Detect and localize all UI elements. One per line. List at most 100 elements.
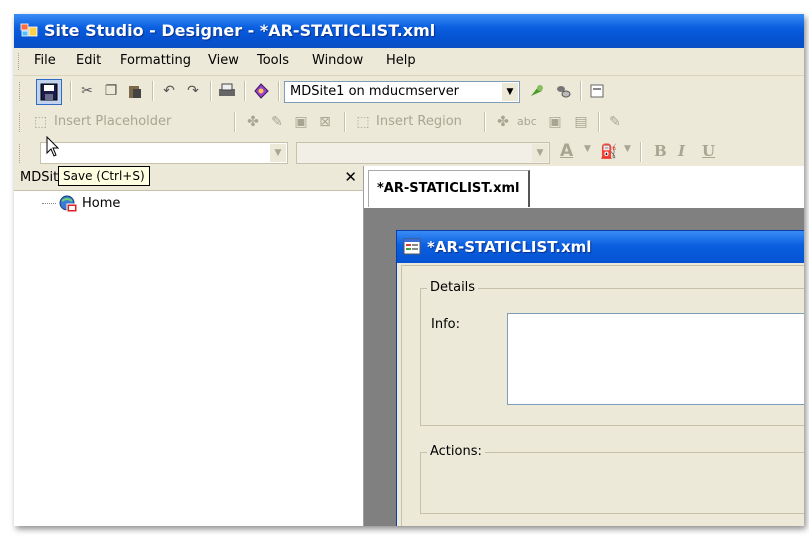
toolbar-separator: [484, 112, 486, 132]
form-button[interactable]: ▤: [570, 111, 592, 133]
site-connection-select[interactable]: MDSite1 on mducmserver ▼: [284, 81, 520, 103]
font-select[interactable]: ▼: [296, 142, 550, 164]
cut-button[interactable]: ✂: [76, 80, 98, 102]
underline-button[interactable]: U: [702, 142, 715, 160]
tab-ar-staticlist[interactable]: *AR-STATICLIST.xml: [368, 170, 530, 207]
insert-placeholder-label: Insert Placeholder: [54, 114, 172, 129]
save-button[interactable]: [36, 79, 62, 105]
edit-page-icon: ✎: [609, 114, 621, 130]
redo-button[interactable]: ↷: [182, 80, 204, 102]
copy-button[interactable]: ❐: [100, 80, 122, 102]
italic-button[interactable]: I: [678, 142, 685, 160]
paint-bucket-icon: ⛽: [600, 144, 618, 160]
tree-connector: [42, 203, 56, 204]
actions-group-label: Actions:: [427, 444, 485, 459]
undo-icon: ↶: [163, 83, 175, 99]
site-hierarchy-pane: MDSite1 (MDSite1) ✕ Home: [14, 166, 364, 526]
style-select[interactable]: ▼: [40, 142, 288, 164]
menu-window[interactable]: Window: [312, 53, 363, 68]
fragment-button[interactable]: ✤: [242, 111, 264, 133]
page-icon: [589, 83, 605, 99]
form-icon: ▤: [574, 114, 588, 130]
print-button[interactable]: [216, 80, 238, 102]
paste-icon: [127, 83, 143, 99]
toolbar-grip[interactable]: [19, 144, 23, 163]
menu-edit[interactable]: Edit: [76, 53, 101, 68]
connect-icon: [528, 82, 546, 100]
highlight-button[interactable]: ⛽: [598, 141, 620, 163]
image-button[interactable]: ▣: [544, 111, 566, 133]
save-tooltip: Save (Ctrl+S): [58, 166, 150, 186]
menu-help[interactable]: Help: [386, 53, 416, 68]
properties-icon: ▣: [294, 114, 308, 130]
spelling-label: abc: [517, 115, 537, 128]
menu-formatting[interactable]: Formatting: [120, 53, 191, 68]
toolbar-separator: [244, 81, 246, 101]
delete-box-icon: ⊠: [319, 114, 331, 130]
home-section-icon: [58, 195, 78, 213]
disconnect-button[interactable]: [552, 80, 574, 102]
insert-region-button[interactable]: ⬚: [352, 111, 374, 133]
details-group: Details Info:: [420, 280, 804, 426]
menu-file[interactable]: File: [34, 53, 56, 68]
window-title: Site Studio - Designer - *AR-STATICLIST.…: [44, 21, 436, 40]
site-studio-app-icon: [20, 22, 38, 38]
document-tabs: *AR-STATICLIST.xml: [364, 166, 804, 208]
standard-toolbar: ✂ ❐ ↶ ↷ MDSite1 on mducmserver ▼: [14, 76, 804, 106]
printer-icon: [218, 83, 236, 99]
edit-fragment-button[interactable]: ✎: [266, 111, 288, 133]
save-icon: [40, 83, 58, 101]
element-icon: ✤: [497, 114, 509, 130]
toolbar-grip[interactable]: [19, 82, 23, 101]
document-title: *AR-STATICLIST.xml: [427, 238, 592, 256]
chevron-down-icon[interactable]: ▼: [502, 83, 518, 101]
insert-placeholder-button[interactable]: ⬚: [34, 111, 47, 133]
paste-button[interactable]: [124, 80, 146, 102]
more-button[interactable]: ✎: [604, 111, 626, 133]
menu-grip[interactable]: [18, 53, 22, 70]
fragment-icon: ✤: [247, 114, 259, 130]
site-manager-button[interactable]: [250, 80, 272, 102]
page-properties-button[interactable]: [586, 80, 608, 102]
chevron-down-icon[interactable]: ▼: [270, 144, 286, 162]
toolbar-separator: [70, 81, 72, 101]
chevron-down-icon[interactable]: ▼: [584, 144, 591, 154]
image-icon: ▣: [548, 114, 562, 130]
purple-book-icon: [252, 82, 270, 100]
toolbar-separator: [210, 81, 212, 101]
document-window: *AR-STATICLIST.xml Details Info: Actions…: [396, 230, 804, 526]
toolbar-separator: [344, 112, 346, 132]
info-textarea[interactable]: [507, 313, 804, 405]
element-button[interactable]: ✤: [492, 111, 514, 133]
close-icon[interactable]: ✕: [344, 168, 357, 186]
site-connection-value: MDSite1 on mducmserver: [290, 84, 460, 99]
toolbar-separator: [640, 142, 642, 162]
info-label: Info:: [431, 317, 460, 332]
edit-icon: ✎: [271, 114, 283, 130]
redo-icon: ↷: [187, 83, 199, 99]
bold-button[interactable]: B: [654, 142, 667, 160]
connect-button[interactable]: [526, 80, 548, 102]
undo-button[interactable]: ↶: [158, 80, 180, 102]
scissors-icon: ✂: [81, 83, 93, 99]
chevron-down-icon[interactable]: ▼: [624, 144, 631, 154]
insert-region-label: Insert Region: [376, 114, 462, 129]
remove-fragment-button[interactable]: ⊠: [314, 111, 336, 133]
mouse-pointer-icon: [46, 136, 60, 158]
toolbar-separator: [598, 112, 600, 132]
menu-view[interactable]: View: [208, 53, 239, 68]
copy-icon: ❐: [104, 83, 118, 99]
mdi-workspace: *AR-STATICLIST.xml Details Info: Actions…: [364, 208, 804, 526]
chevron-down-icon[interactable]: ▼: [532, 144, 548, 162]
fragment-properties-button[interactable]: ▣: [290, 111, 312, 133]
toolbar-separator: [152, 81, 154, 101]
menu-tools[interactable]: Tools: [257, 53, 289, 68]
tree-item-home[interactable]: Home: [82, 196, 120, 211]
toolbar-grip[interactable]: [19, 113, 23, 132]
title-bar[interactable]: Site Studio - Designer - *AR-STATICLIST.…: [14, 14, 804, 48]
formatting-toolbar: ▼ ▼ A ▼ ⛽ ▼ B I U: [14, 138, 804, 166]
toolbar-separator: [580, 81, 582, 101]
document-title-bar[interactable]: *AR-STATICLIST.xml: [397, 231, 804, 263]
font-color-button[interactable]: A: [560, 141, 573, 161]
region-icon: ⬚: [356, 114, 370, 130]
